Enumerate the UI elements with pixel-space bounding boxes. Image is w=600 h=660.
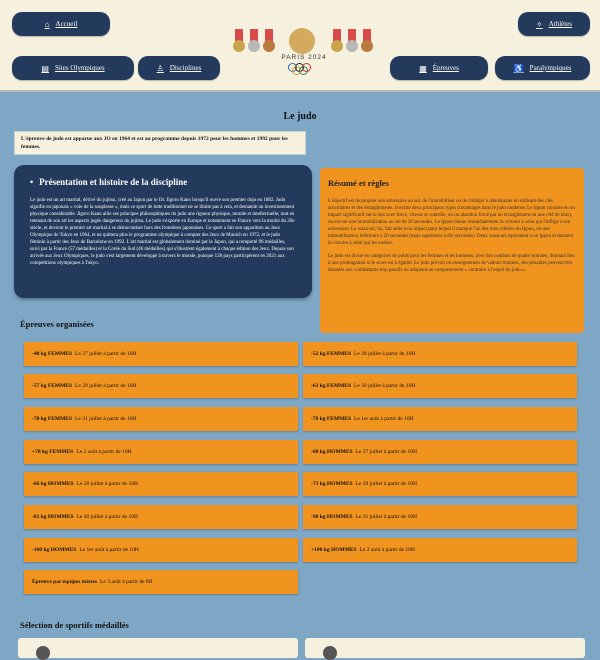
nav-accueil-button[interactable]: ⌂ Accueil [12, 12, 110, 36]
event-date: Le 28 juillet à partir de 10H [354, 351, 416, 357]
event-date: Le 2 août à partir de 10H [76, 449, 132, 455]
event-item[interactable]: -81 kg HOMMES Le 30 juillet à partir de 1… [24, 505, 298, 529]
home-icon: ⌂ [44, 19, 50, 29]
nav-athletes-button[interactable]: ✧ Athlètes [518, 12, 590, 36]
bronze-medal-icon [263, 40, 275, 52]
event-item[interactable]: -73 kg HOMMES Le 29 juillet à partir de 1… [303, 472, 577, 496]
gold-medal-icon [233, 40, 245, 52]
event-date: Le 2 août à partir de 10H [359, 547, 415, 553]
rules-paragraph-2: Le judo est divisé en catégories de poid… [328, 254, 575, 273]
events-section-title: Épreuves organisées [20, 319, 94, 329]
event-item[interactable]: +100 kg HOMMES Le 2 août à partir de 10H [303, 538, 577, 562]
olympic-rings-icon [288, 63, 318, 75]
event-date: Le 31 juillet à partir de 10H [75, 416, 137, 422]
event-item[interactable]: -78 kg FEMMES Le 1er août à partir de 10H [303, 407, 577, 431]
athlete-card[interactable] [305, 638, 585, 660]
history-text: Le judo est un art martial, dérivé du ju… [30, 198, 295, 266]
event-category: -52 kg FEMMES [311, 351, 352, 357]
event-date: Le 1er août à partir de 10H [79, 547, 139, 553]
nav-accueil-label: Accueil [55, 20, 78, 28]
event-item[interactable]: -48 kg FEMMES Le 27 juillet à partir de 1… [24, 342, 298, 366]
rules-paragraph-1: L'objectif est de projeter son adversair… [328, 199, 575, 246]
avatar [323, 646, 337, 660]
event-item[interactable]: -63 kg FEMMES Le 30 juillet à partir de 1… [303, 374, 577, 398]
paris-2024-logo[interactable]: PARIS 2024 [228, 24, 378, 75]
event-item[interactable]: -100 kg HOMMES Le 1er août à partir de 10… [24, 538, 298, 562]
event-category: -73 kg HOMMES [311, 481, 353, 487]
event-date: Le 3 août à partir de 8H [100, 579, 153, 585]
history-card: Présentation et histoire de la disciplin… [14, 165, 312, 298]
flame-emblem-icon [289, 28, 315, 54]
wheelchair-icon: ♿ [513, 63, 524, 73]
nav-disciplines-button[interactable]: ♙ Disciplines [138, 56, 220, 80]
medalists-section-title: Sélection de sportifs médaillés [20, 620, 129, 630]
event-category: -66 kg HOMMES [32, 481, 74, 487]
event-date: Le 28 juillet à partir de 10H [76, 481, 138, 487]
nav-athletes-label: Athlètes [548, 20, 573, 28]
avatar [36, 646, 50, 660]
nav-epreuves-button[interactable]: ▦ Épreuves [390, 56, 488, 80]
event-item[interactable]: -70 kg FEMMES Le 31 juillet à partir de 1… [24, 407, 298, 431]
event-category: -63 kg FEMMES [311, 383, 352, 389]
event-category: -78 kg FEMMES [311, 416, 352, 422]
event-category: Épreuve par équipes mixtes [32, 579, 98, 585]
nav-sites-button[interactable]: ▤ Sites Olympiques [12, 56, 134, 80]
gold-medal-icon [331, 40, 343, 52]
event-category: -70 kg FEMMES [32, 416, 73, 422]
rules-title: Résumé et règles [328, 178, 389, 188]
event-date: Le 1er août à partir de 10H [354, 416, 414, 422]
logo-text: PARIS 2024 [281, 54, 327, 61]
page-title: Le judo [283, 111, 317, 122]
silver-medal-icon [248, 40, 260, 52]
event-item[interactable]: -52 kg FEMMES Le 28 juillet à partir de 1… [303, 342, 577, 366]
stadium-icon: ▤ [41, 63, 49, 73]
site-header: ⌂ Accueil ✧ Athlètes ▤ Sites Olympiques … [0, 0, 600, 92]
event-category: -60 kg HOMMES [311, 449, 353, 455]
rules-card: Résumé et règles L'objectif est de proje… [320, 168, 584, 333]
event-item[interactable]: Épreuve par équipes mixtes Le 3 août à pa… [24, 570, 298, 594]
event-date: Le 30 juillet à partir de 10H [354, 383, 416, 389]
event-item[interactable]: -60 kg HOMMES Le 27 juillet à partir de 1… [303, 440, 577, 464]
nav-paralympiques-button[interactable]: ♿ Paralympiques [495, 56, 590, 80]
silver-medal-icon [346, 40, 358, 52]
bronze-medal-icon [361, 40, 373, 52]
event-date: Le 29 juillet à partir de 10H [355, 481, 417, 487]
event-item[interactable]: +78 kg FEMMES Le 2 août à partir de 10H [24, 440, 298, 464]
event-category: +78 kg FEMMES [32, 449, 74, 455]
event-date: Le 27 juillet à partir de 10H [75, 351, 137, 357]
intro-box: L'épreuve de judo est apparue aux JO en … [14, 131, 306, 155]
nav-epreuves-label: Épreuves [432, 64, 459, 72]
history-title: Présentation et histoire de la disciplin… [30, 177, 296, 187]
event-date: Le 31 juillet à partir de 10H [355, 514, 417, 520]
event-item[interactable]: -90 kg HOMMES Le 31 juillet à partir de 1… [303, 505, 577, 529]
athlete-card[interactable] [18, 638, 298, 660]
event-date: Le 30 juillet à partir de 10H [76, 514, 138, 520]
event-category: -81 kg HOMMES [32, 514, 74, 520]
event-category: -57 kg FEMMES [32, 383, 73, 389]
event-category: -90 kg HOMMES [311, 514, 353, 520]
nav-paralympiques-label: Paralympiques [529, 64, 572, 72]
calendar-icon: ▦ [419, 63, 427, 73]
event-date: Le 29 juillet à partir de 10H [75, 383, 137, 389]
runner-icon: ✧ [535, 19, 543, 29]
event-item[interactable]: -66 kg HOMMES Le 28 juillet à partir de 1… [24, 472, 298, 496]
person-icon: ♙ [156, 63, 164, 73]
event-category: -48 kg FEMMES [32, 351, 73, 357]
nav-sites-label: Sites Olympiques [54, 64, 105, 72]
event-category: -100 kg HOMMES [32, 547, 77, 553]
event-category: +100 kg HOMMES [311, 547, 357, 553]
event-item[interactable]: -57 kg FEMMES Le 29 juillet à partir de 1… [24, 374, 298, 398]
nav-disciplines-label: Disciplines [169, 64, 202, 72]
event-date: Le 27 juillet à partir de 10H [355, 449, 417, 455]
